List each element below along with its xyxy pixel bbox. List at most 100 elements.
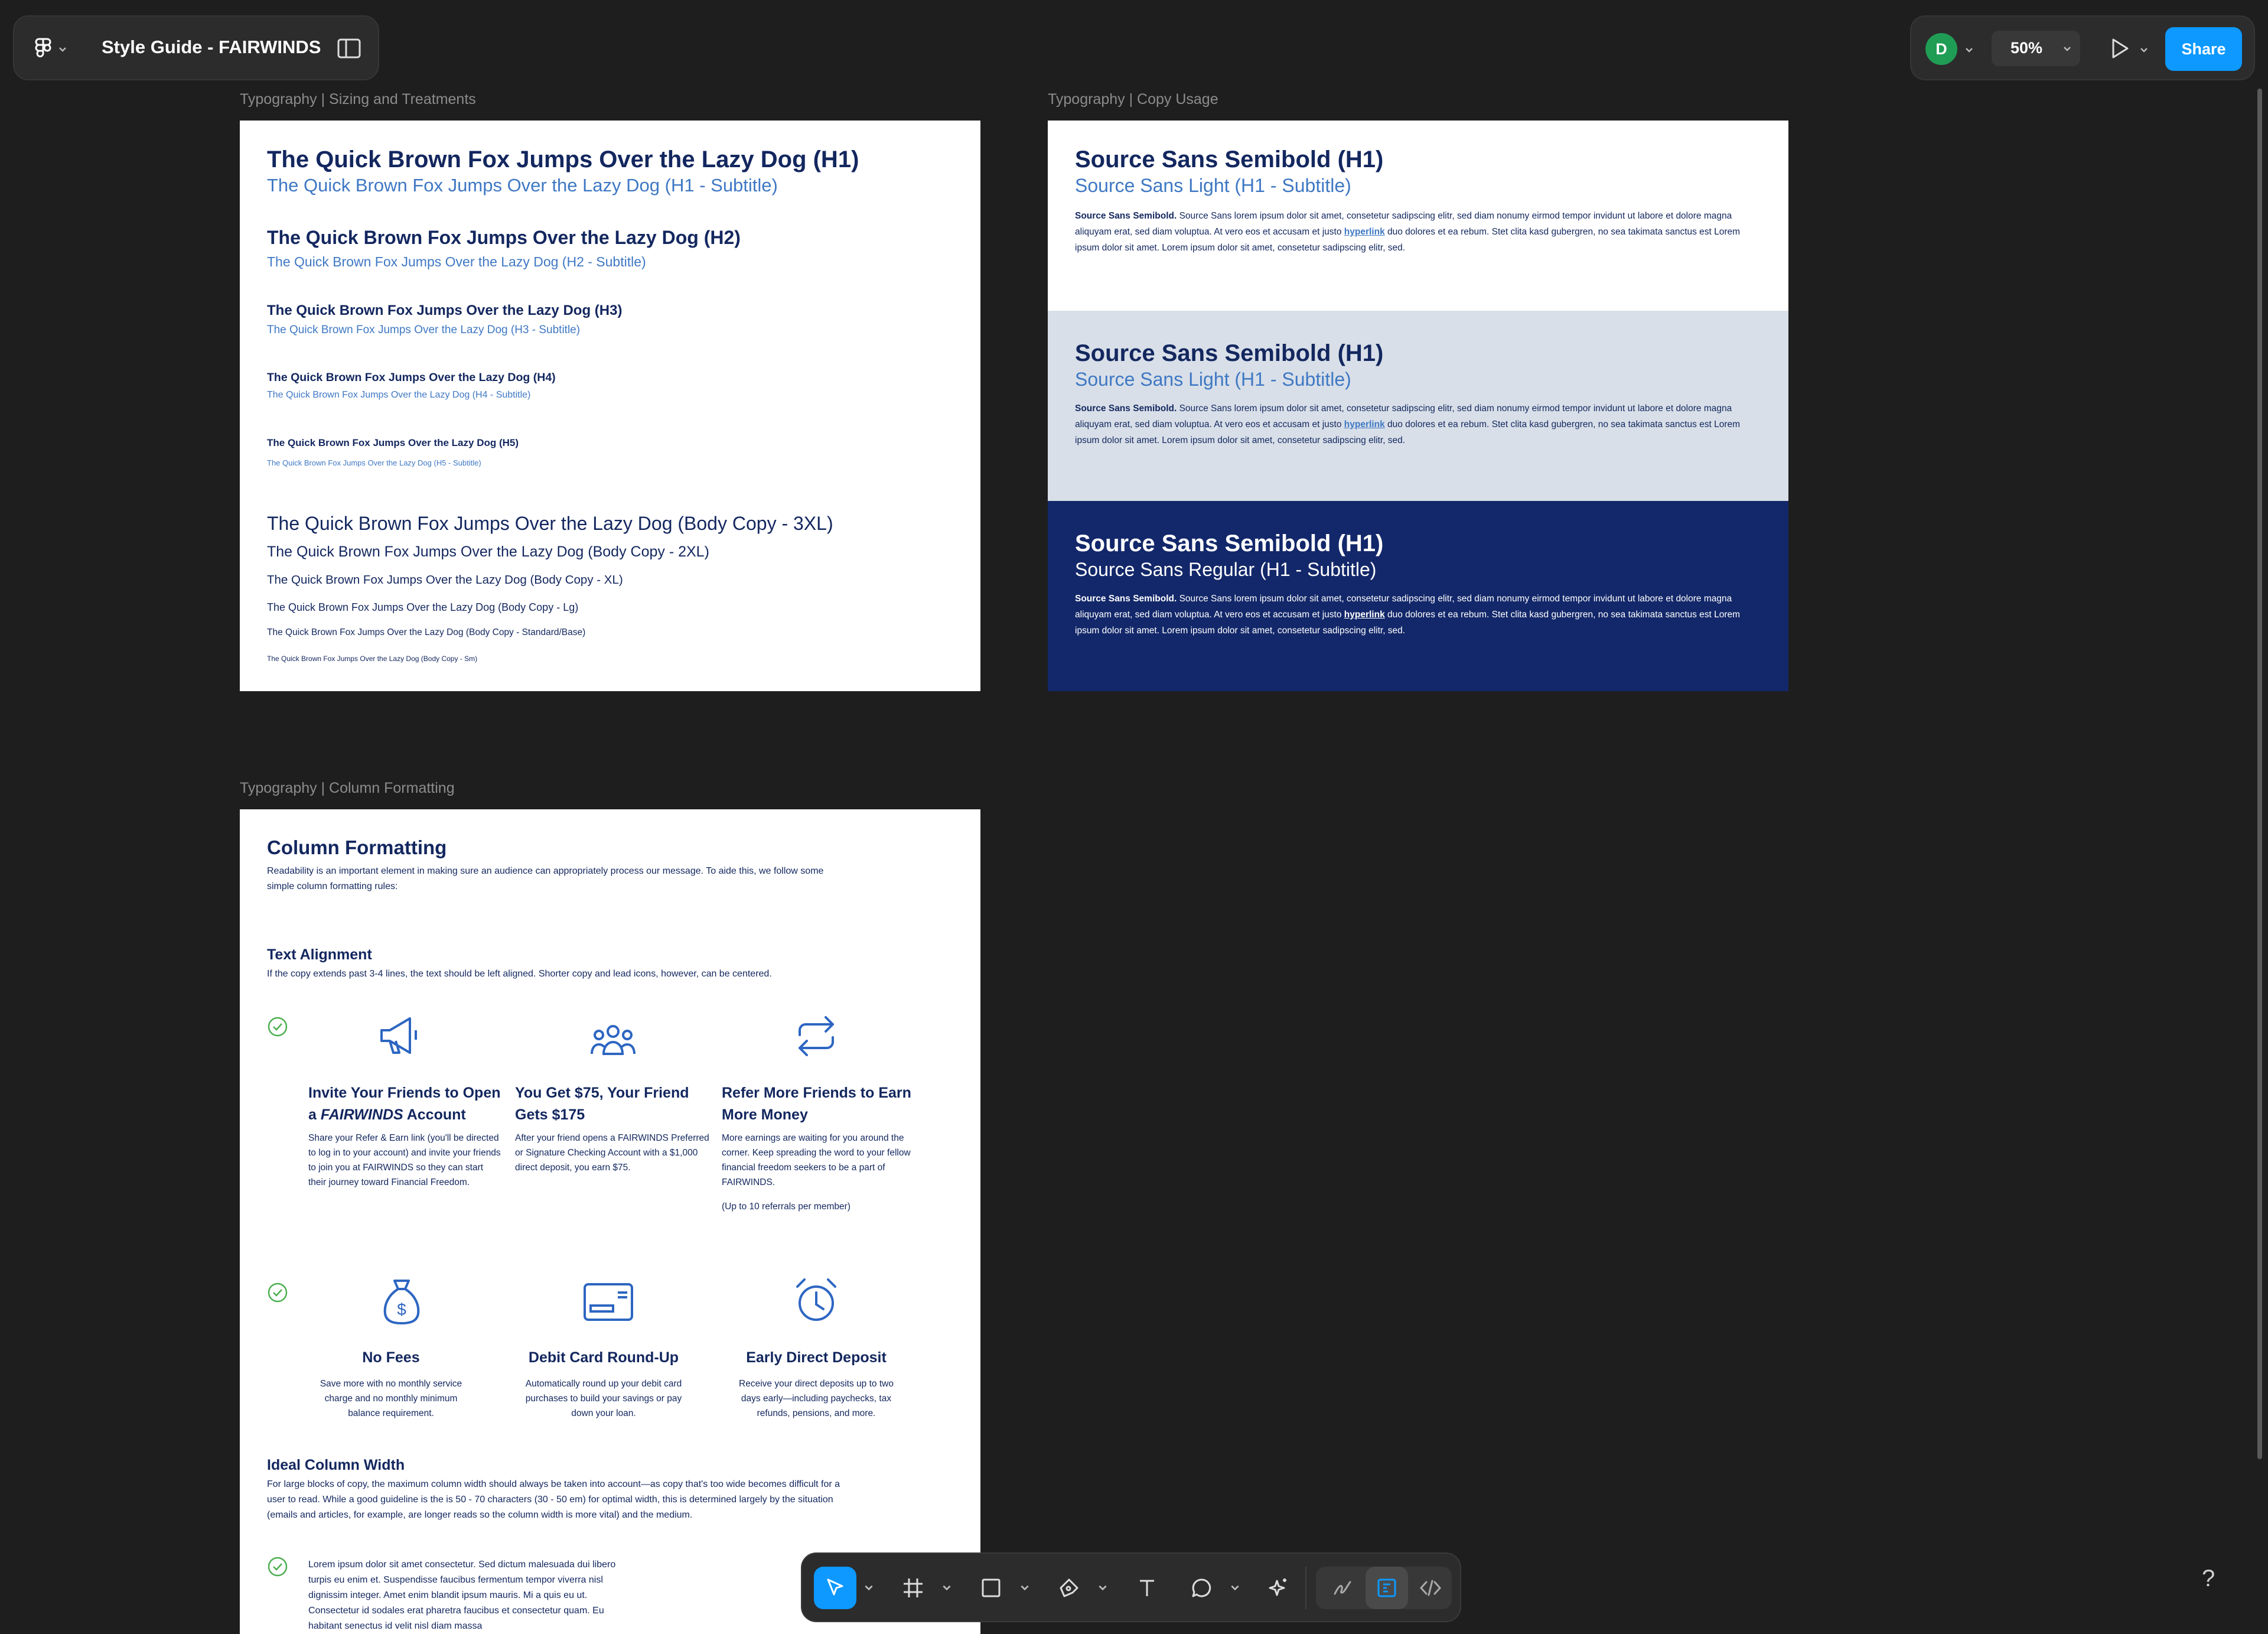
code-brackets-icon (1419, 1580, 1442, 1596)
move-tool-button[interactable] (814, 1567, 856, 1609)
band-paragraph: Source Sans Semibold. Source Sans lorem … (1075, 401, 1766, 448)
toolbar-divider (1305, 1567, 1306, 1609)
frame-tool-button[interactable] (892, 1567, 934, 1609)
check-circle-icon (268, 1017, 288, 1037)
body-xl-sample: The Quick Brown Fox Jumps Over the Lazy … (267, 573, 623, 587)
comment-tool-button[interactable] (1180, 1567, 1223, 1609)
rectangle-icon (982, 1578, 1001, 1597)
frame-label-copy-usage[interactable]: Typography | Copy Usage (1048, 91, 1218, 108)
lorem-sample: Lorem ipsum dolor sit amet consectetur. … (308, 1560, 616, 1631)
file-title-bar: Style Guide - FAIRWINDS (13, 15, 379, 80)
feature-title: Early Direct Deposit (746, 1349, 887, 1366)
chevron-down-icon[interactable] (1019, 1582, 1030, 1593)
design-layout-icon (1377, 1578, 1396, 1597)
ideal-width-heading: Ideal Column Width (267, 1457, 405, 1473)
frame-label-column-formatting[interactable]: Typography | Column Formatting (240, 780, 455, 797)
frame-copy-usage[interactable]: Source Sans Semibold (H1) Source Sans Li… (1048, 121, 1788, 691)
column-formatting-title: Column Formatting (267, 836, 447, 858)
share-button[interactable]: Share (2165, 27, 2242, 71)
feature-body: More earnings are waiting for you around… (722, 1133, 911, 1187)
frame-column-formatting[interactable]: Column Formatting Readability is an impo… (240, 809, 980, 1634)
body-lg-sample: The Quick Brown Fox Jumps Over the Lazy … (267, 601, 579, 613)
feature-title: Invite Your Friends to Open a FAIRWINDS … (308, 1082, 509, 1126)
zoom-level: 50% (2010, 39, 2043, 57)
hyperlink[interactable]: hyperlink (1344, 610, 1385, 620)
band-h1: Source Sans Semibold (H1) (1075, 340, 1384, 366)
feature-title: You Get $75, Your Friend Gets $175 (515, 1085, 689, 1123)
avatar[interactable]: D (1925, 33, 1957, 65)
band-h1: Source Sans Semibold (H1) (1075, 530, 1384, 556)
bottom-toolbar (801, 1552, 1461, 1622)
zoom-dropdown[interactable]: 50% (1992, 31, 2080, 66)
para-lead: Source Sans Semibold. (1075, 211, 1177, 221)
hyperlink[interactable]: hyperlink (1344, 419, 1385, 429)
body-3xl-sample: The Quick Brown Fox Jumps Over the Lazy … (267, 513, 833, 534)
file-title[interactable]: Style Guide - FAIRWINDS (102, 37, 321, 58)
sparkle-icon (1269, 1578, 1286, 1596)
debit-card-icon (584, 1283, 633, 1321)
pen-icon (1060, 1578, 1078, 1597)
band-h1: Source Sans Semibold (H1) (1075, 147, 1384, 172)
feature-body: Automatically round up your debit card p… (525, 1379, 682, 1418)
band-subtitle: Source Sans Light (H1 - Subtitle) (1075, 175, 1351, 196)
help-button[interactable]: ? (2202, 1565, 2215, 1592)
chevron-down-icon (2064, 47, 2071, 51)
pen-tool-button[interactable] (1048, 1567, 1090, 1609)
h3-subtitle-sample: The Quick Brown Fox Jumps Over the Lazy … (267, 324, 581, 336)
para-lead: Source Sans Semibold. (1075, 594, 1177, 604)
h4-sample: The Quick Brown Fox Jumps Over the Lazy … (267, 371, 556, 384)
feature-body: Receive your direct deposits up to two d… (739, 1379, 894, 1418)
text-alignment-heading: Text Alignment (267, 946, 372, 963)
feature-note: (Up to 10 referrals per member) (722, 1202, 850, 1212)
chevron-down-icon[interactable] (2139, 45, 2149, 54)
chevron-down-icon[interactable] (863, 1582, 874, 1593)
chevron-down-icon[interactable] (1097, 1582, 1108, 1593)
chevron-down-icon (59, 47, 66, 52)
body-standard-sample: The Quick Brown Fox Jumps Over the Lazy … (267, 627, 586, 637)
draw-mode-button[interactable] (1322, 1567, 1364, 1609)
h5-subtitle-sample: The Quick Brown Fox Jumps Over the Lazy … (267, 458, 481, 467)
band-subtitle: Source Sans Regular (H1 - Subtitle) (1075, 559, 1377, 580)
h4-subtitle-sample: The Quick Brown Fox Jumps Over the Lazy … (267, 390, 531, 400)
h2-subtitle-sample: The Quick Brown Fox Jumps Over the Lazy … (267, 254, 646, 269)
chevron-down-icon[interactable] (1964, 45, 1974, 54)
people-icon (591, 1025, 636, 1055)
chevron-down-icon[interactable] (941, 1582, 952, 1593)
repeat-icon (799, 1016, 834, 1056)
svg-text:$: $ (397, 1300, 406, 1319)
body-sm-sample: The Quick Brown Fox Jumps Over the Lazy … (267, 655, 478, 663)
text-tool-button[interactable] (1126, 1567, 1168, 1609)
body-2xl-sample: The Quick Brown Fox Jumps Over the Lazy … (267, 543, 709, 560)
feature-title: Debit Card Round-Up (528, 1349, 679, 1366)
copy-band-gray: Source Sans Semibold (H1) Source Sans Li… (1048, 311, 1788, 501)
figma-logo-icon (35, 38, 51, 58)
text-alignment-desc: If the copy extends past 3-4 lines, the … (267, 969, 772, 979)
frame-label-sizing[interactable]: Typography | Sizing and Treatments (240, 91, 476, 108)
vertical-scrollbar[interactable] (2257, 89, 2262, 1459)
dev-mode-button[interactable] (1409, 1567, 1452, 1609)
check-circle-icon (268, 1283, 288, 1303)
hyperlink[interactable]: hyperlink (1344, 227, 1385, 237)
shape-tool-button[interactable] (970, 1567, 1012, 1609)
band-paragraph: Source Sans Semibold. Source Sans lorem … (1075, 208, 1766, 256)
present-play-icon[interactable] (2106, 35, 2132, 61)
h1-subtitle-sample: The Quick Brown Fox Jumps Over the Lazy … (267, 175, 778, 196)
ideal-width-desc: For large blocks of copy, the maximum co… (267, 1479, 840, 1520)
design-mode-button[interactable] (1366, 1567, 1408, 1609)
feature-title-brand: FAIRWINDS (320, 1106, 403, 1123)
band-paragraph: Source Sans Semibold. Source Sans lorem … (1075, 591, 1766, 639)
copy-band-white: Source Sans Semibold (H1) Source Sans Li… (1048, 121, 1788, 311)
frame-hash-icon (904, 1578, 923, 1597)
sidebar-toggle-button[interactable] (337, 38, 361, 59)
feature-body: After your friend opens a FAIRWINDS Pref… (515, 1133, 709, 1173)
check-circle-icon (268, 1557, 288, 1577)
feature-body: Share your Refer & Earn link (you'll be … (308, 1133, 501, 1187)
frame-sizing-treatments[interactable]: The Quick Brown Fox Jumps Over the Lazy … (240, 121, 980, 691)
draw-squiggle-icon (1334, 1581, 1351, 1595)
main-menu-button[interactable] (34, 34, 93, 64)
ai-tool-button[interactable] (1257, 1567, 1299, 1609)
feature-title: No Fees (362, 1349, 420, 1366)
comment-bubble-icon (1192, 1578, 1211, 1597)
chevron-down-icon[interactable] (1230, 1582, 1240, 1593)
feature-title-part: Account (403, 1106, 466, 1123)
